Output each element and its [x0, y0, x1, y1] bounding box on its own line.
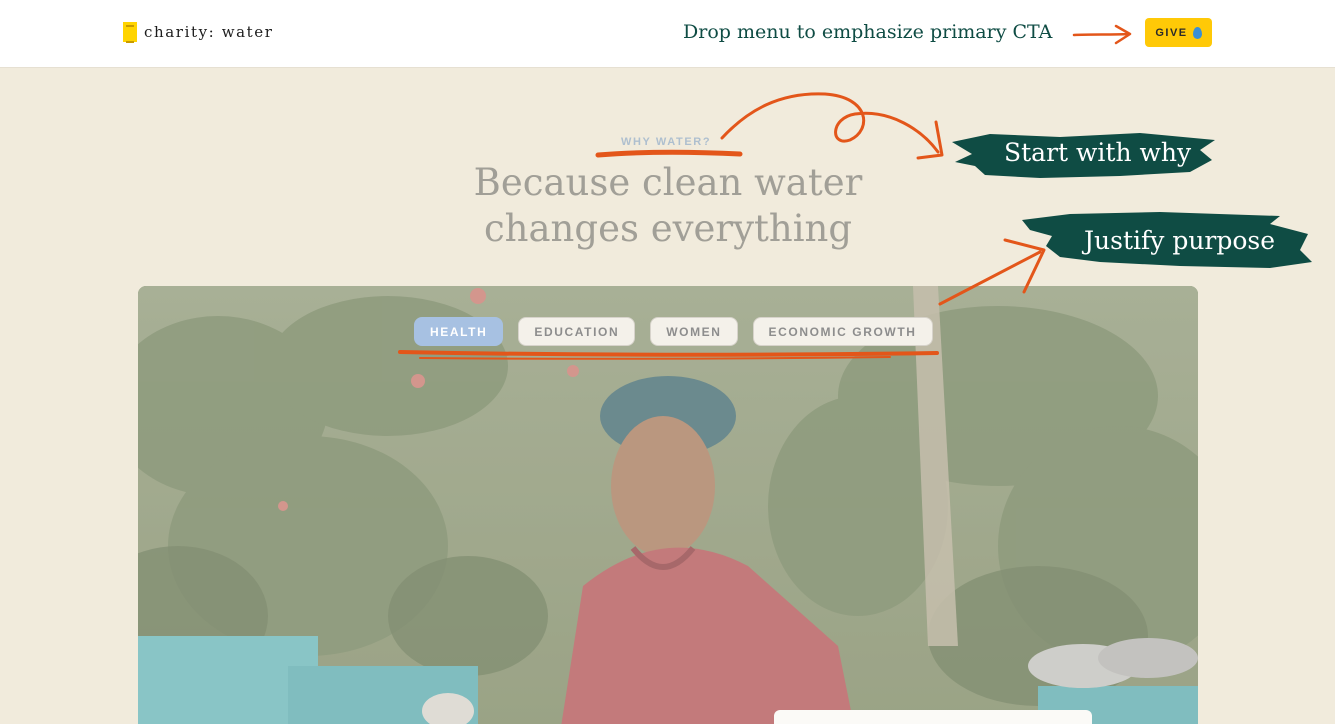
- annotation-justify-purpose: Justify purpose: [1084, 226, 1276, 255]
- hero-photo: [138, 286, 1198, 724]
- tab-women[interactable]: WOMEN: [650, 317, 738, 346]
- eyebrow-label: WHY WATER?: [621, 136, 712, 148]
- logo[interactable]: charity: water: [123, 22, 274, 43]
- give-label: GIVE: [1155, 26, 1188, 39]
- water-drop-icon: [1192, 26, 1202, 39]
- arrow-right-icon: [1072, 24, 1132, 45]
- heading-line-2: changes everything: [483, 207, 853, 250]
- tab-economic-growth[interactable]: ECONOMIC GROWTH: [752, 317, 933, 346]
- header-annotation: Drop menu to emphasize primary CTA: [683, 21, 1053, 43]
- tab-education[interactable]: EDUCATION: [518, 317, 636, 346]
- topic-tabs: HEALTH EDUCATION WOMEN ECONOMIC GROWTH: [414, 317, 933, 346]
- tab-health[interactable]: HEALTH: [414, 317, 504, 346]
- logo-mark-icon: [123, 22, 137, 43]
- give-button[interactable]: GIVE: [1145, 18, 1212, 47]
- content-card: [774, 710, 1092, 724]
- logo-text: charity: water: [144, 23, 274, 41]
- heading-line-1: Because clean water: [473, 161, 863, 204]
- annotation-start-with-why: Start with why: [1004, 138, 1192, 167]
- page-title: Because clean water changes everything: [448, 160, 888, 252]
- site-header: charity: water Drop menu to emphasize pr…: [0, 0, 1335, 68]
